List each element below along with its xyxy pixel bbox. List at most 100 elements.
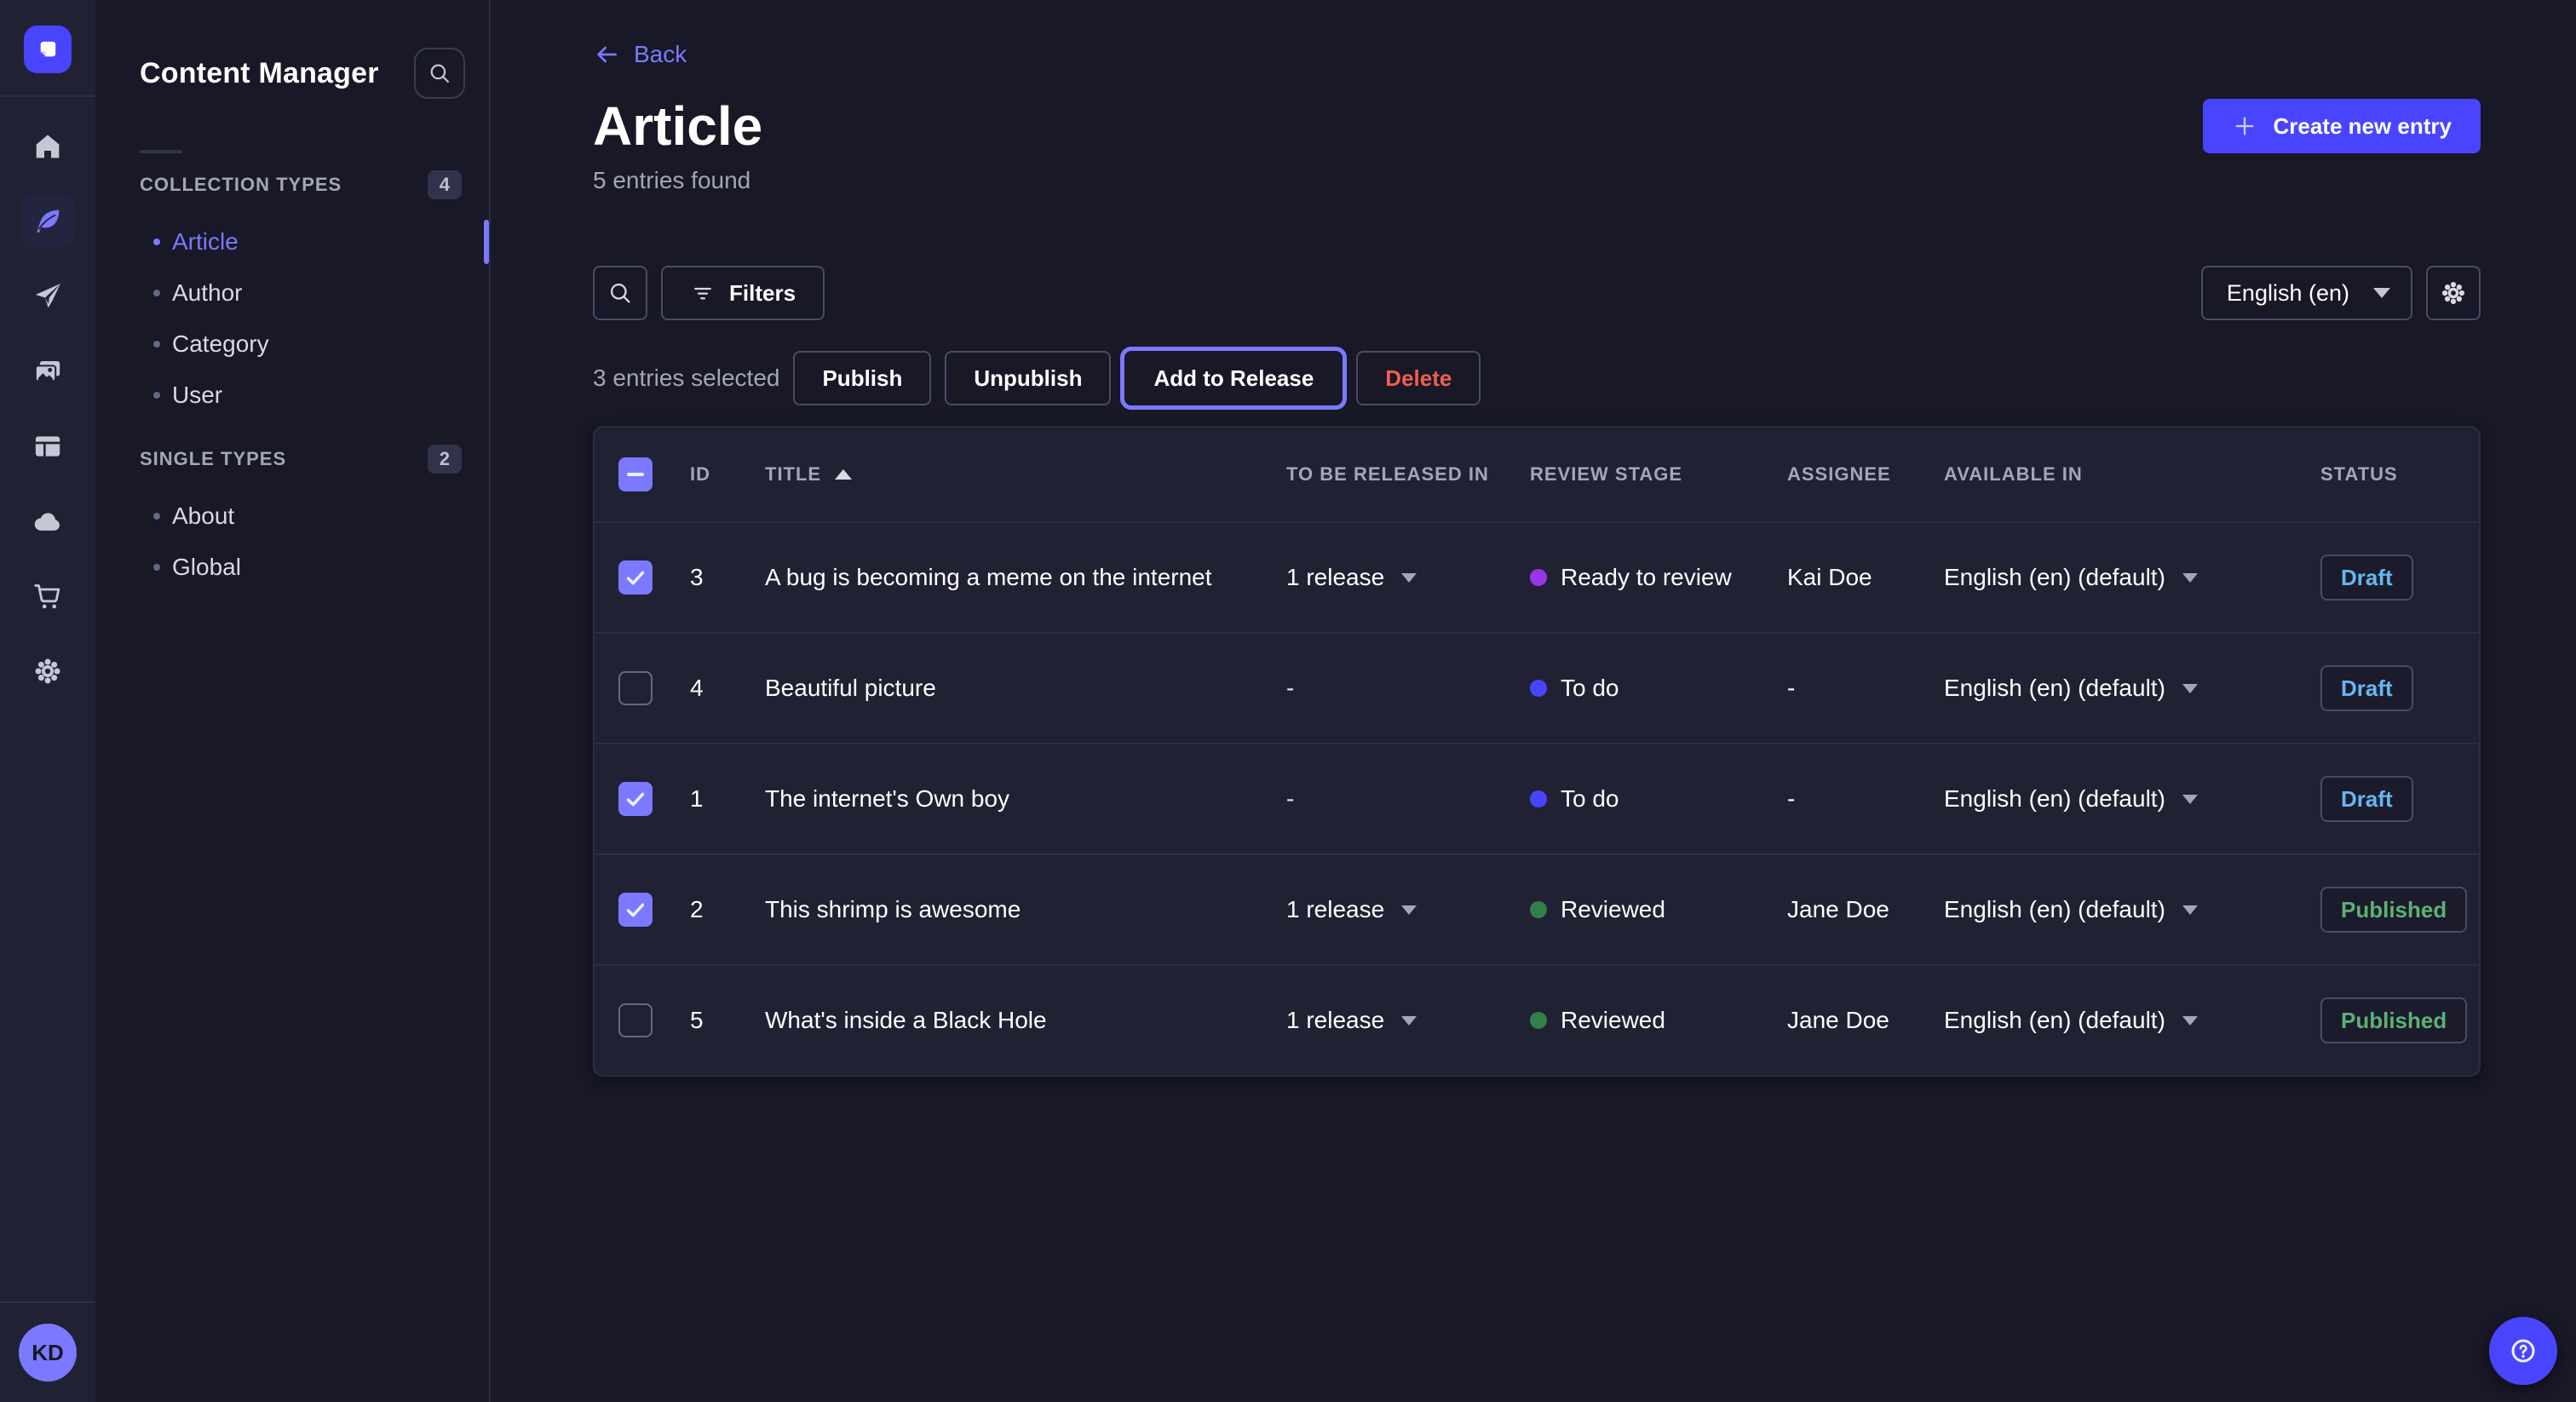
release-label: 1 release (1286, 564, 1384, 591)
release-label: 1 release (1286, 1007, 1384, 1034)
back-link[interactable]: Back (593, 41, 687, 68)
column-header-title[interactable]: TITLE (765, 463, 1286, 486)
nav-rail: KD (0, 0, 95, 1402)
locale-dropdown[interactable]: English (en) (default) (1944, 896, 2198, 923)
row-assignee: Jane Doe (1787, 1007, 1944, 1034)
row-status-cell: Draft (2320, 776, 2479, 822)
row-available-in: English (en) (default) (1944, 1007, 2320, 1034)
chevron-down-icon (2373, 288, 2390, 298)
publish-button[interactable]: Publish (793, 351, 931, 405)
row-title: The internet's Own boy (765, 785, 1286, 813)
release-dropdown[interactable]: 1 release (1286, 896, 1417, 923)
sidebar-item-label: Author (172, 279, 243, 307)
sidebar-item-article[interactable]: Article (95, 216, 489, 267)
filters-button[interactable]: Filters (661, 266, 825, 320)
avatar[interactable]: KD (19, 1324, 77, 1382)
row-status-cell: Published (2320, 887, 2479, 933)
sidebar-item-author[interactable]: Author (95, 267, 489, 319)
section-label: SINGLE TYPES (140, 448, 286, 470)
sidebar-item-user[interactable]: User (95, 370, 489, 421)
release-dropdown[interactable]: 1 release (1286, 564, 1417, 591)
help-button[interactable] (2489, 1317, 2557, 1385)
subnav-divider (140, 150, 182, 153)
settings-button[interactable] (2426, 266, 2481, 320)
cloud-icon[interactable] (20, 494, 75, 549)
stage-dot-icon (1530, 680, 1547, 697)
row-title: A bug is becoming a meme on the internet (765, 564, 1286, 591)
bullet-icon (153, 513, 160, 520)
row-review-stage: To do (1530, 675, 1787, 702)
chevron-down-icon (2182, 905, 2198, 915)
page-title: Article (593, 92, 762, 160)
row-checkbox[interactable] (618, 893, 653, 927)
column-header-id[interactable]: ID (690, 463, 765, 486)
table-row[interactable]: 2This shrimp is awesome1 releaseReviewed… (595, 853, 2479, 964)
row-checkbox-cell (595, 1003, 690, 1037)
cart-icon[interactable] (20, 569, 75, 623)
search-button[interactable] (593, 266, 647, 320)
release-dropdown[interactable]: 1 release (1286, 1007, 1417, 1034)
table-row[interactable]: 5What's inside a Black Hole1 releaseRevi… (595, 964, 2479, 1075)
bullet-icon (153, 290, 160, 296)
paper-plane-icon[interactable] (20, 269, 75, 324)
row-title: Beautiful picture (765, 675, 1286, 702)
table-body: 3A bug is becoming a meme on the interne… (595, 521, 2479, 1075)
row-checkbox[interactable] (618, 782, 653, 816)
release-label: 1 release (1286, 896, 1384, 923)
status-badge: Draft (2320, 554, 2413, 600)
sidebar-item-label: Category (172, 330, 269, 358)
table-row[interactable]: 4Beautiful picture-To do-English (en) (d… (595, 632, 2479, 743)
row-status-cell: Draft (2320, 665, 2479, 711)
row-checkbox[interactable] (618, 1003, 653, 1037)
add-to-release-button[interactable]: Add to Release (1124, 351, 1343, 405)
row-review-stage: Ready to review (1530, 564, 1787, 591)
row-checkbox[interactable] (618, 671, 653, 705)
row-review-stage: To do (1530, 785, 1787, 813)
stage-label: Ready to review (1561, 564, 1732, 591)
back-arrow-icon (593, 41, 620, 68)
chevron-down-icon (1401, 573, 1417, 583)
locale-dropdown[interactable]: English (en) (default) (1944, 564, 2198, 591)
home-icon[interactable] (20, 119, 75, 174)
back-label: Back (634, 41, 687, 68)
feather-content-icon[interactable] (20, 194, 75, 249)
indeterminate-dash-icon (627, 473, 644, 476)
strapi-logo-icon[interactable] (24, 26, 72, 73)
section-count-badge: 2 (428, 445, 462, 474)
plus-icon (2232, 113, 2257, 139)
column-header-assignee: ASSIGNEE (1787, 463, 1944, 486)
chevron-down-icon (2182, 684, 2198, 693)
rail-footer: KD (0, 1301, 95, 1402)
strapi-mark-icon (31, 32, 65, 66)
entries-table: ID TITLE TO BE RELEASED IN REVIEW STAGE … (593, 426, 2481, 1077)
sidebar-item-category[interactable]: Category (95, 319, 489, 370)
locale-dropdown[interactable]: English (en) (default) (1944, 675, 2198, 702)
entries-count: 5 entries found (593, 167, 2481, 194)
main-content: Back Article Create new entry 5 entries … (491, 0, 2576, 1402)
search-icon (426, 60, 453, 87)
sidebar-item-global[interactable]: Global (95, 542, 489, 593)
gear-icon[interactable] (20, 644, 75, 698)
images-icon[interactable] (20, 344, 75, 399)
row-checkbox[interactable] (618, 560, 653, 595)
sidebar-item-about[interactable]: About (95, 491, 489, 542)
row-checkbox-cell (595, 671, 690, 705)
create-entry-button[interactable]: Create new entry (2203, 99, 2481, 153)
layout-icon[interactable] (20, 419, 75, 474)
unpublish-button[interactable]: Unpublish (945, 351, 1111, 405)
locale-select[interactable]: English (en) (2201, 266, 2412, 320)
app-window: KD Content Manager COLLECTION TYPES4Arti… (0, 0, 2576, 1402)
row-release-cell: 1 release (1286, 896, 1530, 923)
release-empty: - (1286, 785, 1294, 813)
table-row[interactable]: 1The internet's Own boy-To do-English (e… (595, 743, 2479, 853)
subnav-search-button[interactable] (414, 48, 465, 99)
select-all-checkbox[interactable] (618, 457, 653, 491)
table-header: ID TITLE TO BE RELEASED IN REVIEW STAGE … (595, 428, 2479, 521)
locale-dropdown[interactable]: English (en) (default) (1944, 785, 2198, 813)
section-label: COLLECTION TYPES (140, 174, 342, 196)
row-title: This shrimp is awesome (765, 896, 1286, 923)
locale-dropdown[interactable]: English (en) (default) (1944, 1007, 2198, 1034)
delete-button[interactable]: Delete (1356, 351, 1481, 405)
table-row[interactable]: 3A bug is becoming a meme on the interne… (595, 521, 2479, 632)
content-manager-subnav: Content Manager COLLECTION TYPES4Article… (95, 0, 491, 1402)
